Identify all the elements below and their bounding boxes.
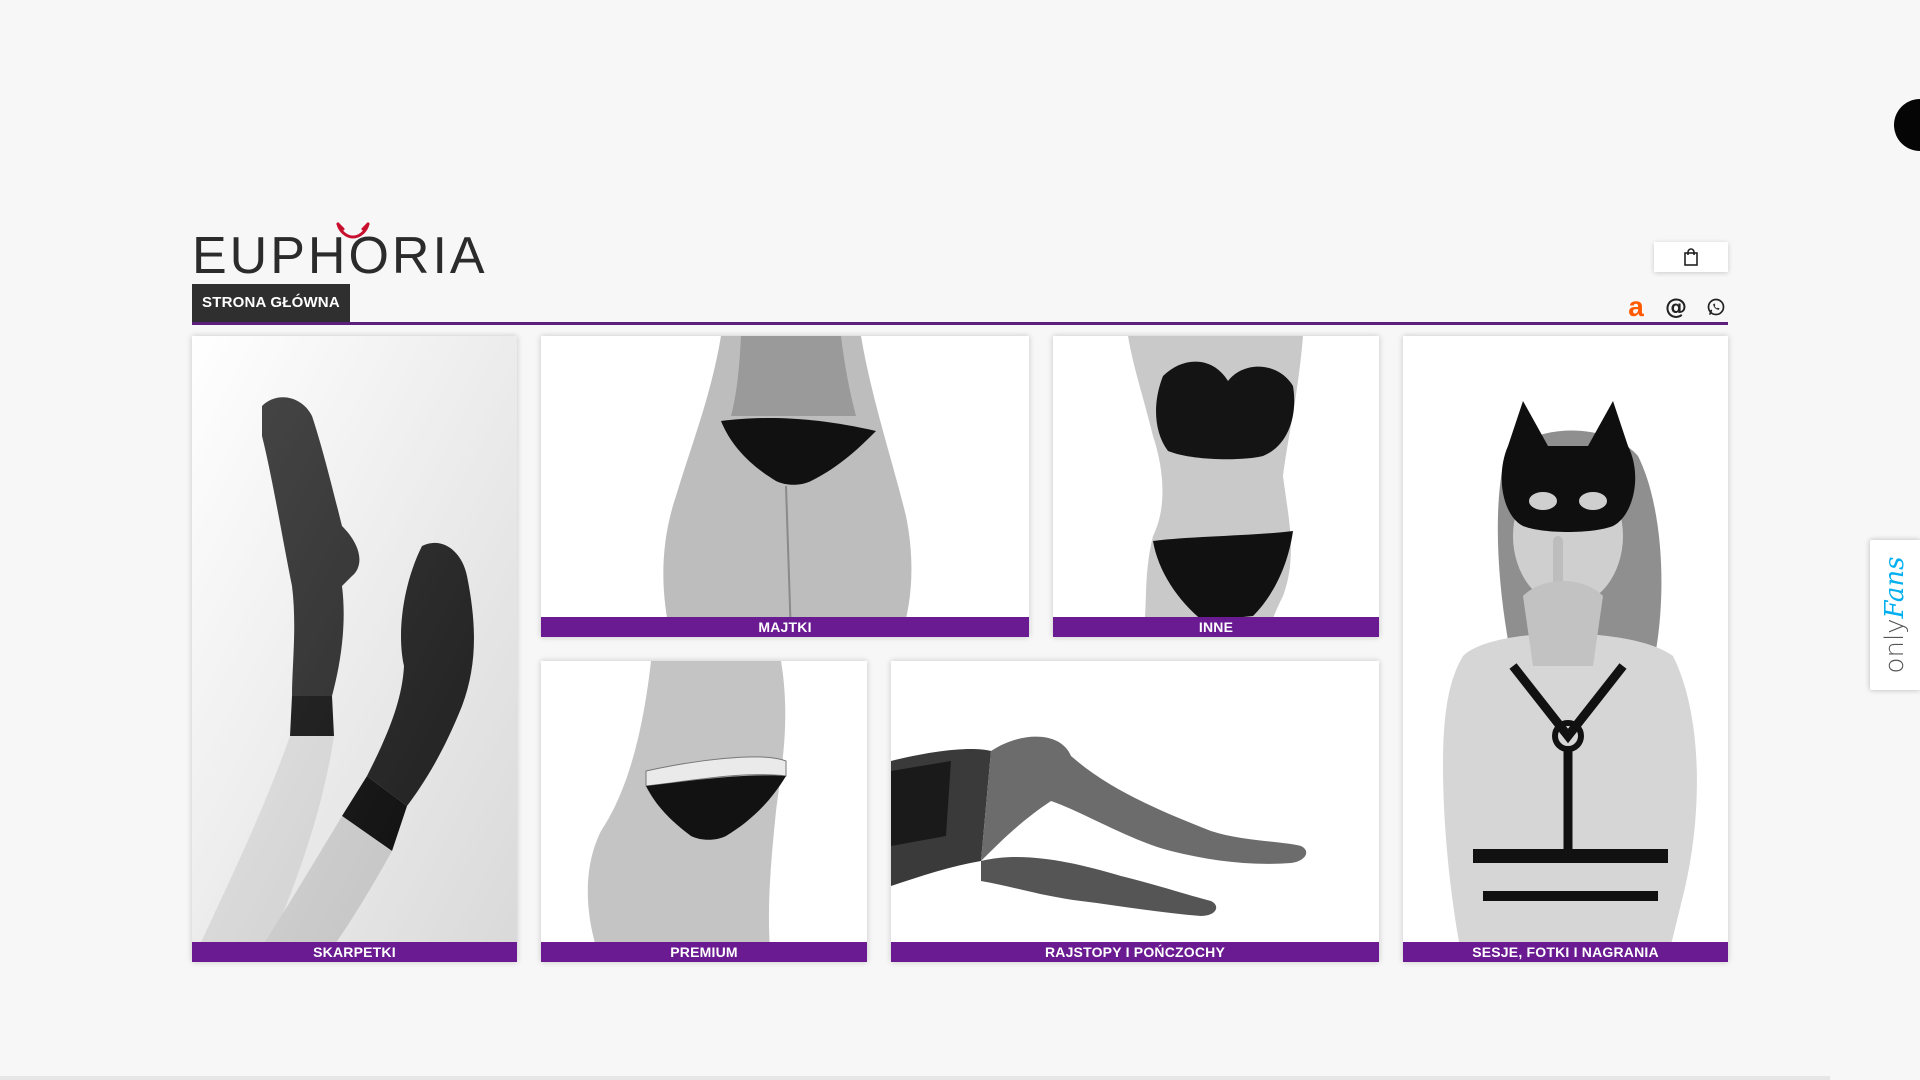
site-header: EUPHORIA STRONA GŁÓWNA a @: [192, 220, 1728, 325]
page: EUPHORIA STRONA GŁÓWNA a @ SKARPETKI MAJ…: [0, 0, 1920, 1080]
nav-divider: [192, 322, 1728, 325]
briefs-photo: [541, 336, 1029, 637]
category-tile-premium[interactable]: PREMIUM: [541, 661, 867, 962]
tile-label: SESJE, FOTKI I NAGRANIA: [1403, 942, 1728, 962]
category-tile-skarpetki[interactable]: SKARPETKI: [192, 336, 517, 962]
lingerie-set-photo: [1053, 336, 1379, 637]
allegro-link-icon[interactable]: a: [1624, 293, 1648, 321]
nav-home-link[interactable]: STRONA GŁÓWNA: [192, 284, 350, 322]
onlyfans-logo: onlyFans: [1880, 556, 1910, 674]
email-link-icon[interactable]: @: [1664, 295, 1688, 320]
shopping-bag-icon: [1684, 248, 1698, 266]
devil-horns-icon: [336, 222, 370, 239]
socks-photo: [192, 336, 517, 962]
site-logo[interactable]: EUPHORIA: [192, 222, 488, 284]
onlyfans-side-tab[interactable]: onlyFans: [1870, 540, 1920, 690]
mask-session-photo: [1403, 336, 1728, 962]
category-tile-majtki[interactable]: MAJTKI: [541, 336, 1029, 637]
category-tile-inne[interactable]: INNE: [1053, 336, 1379, 637]
premium-briefs-photo: [541, 661, 867, 962]
tile-label: INNE: [1053, 617, 1379, 637]
social-links: a @: [1624, 293, 1728, 321]
tile-label: MAJTKI: [541, 617, 1029, 637]
tile-label: PREMIUM: [541, 942, 867, 962]
cart-button[interactable]: [1654, 242, 1728, 272]
whatsapp-icon[interactable]: [1704, 295, 1728, 319]
floating-dot-button[interactable]: [1894, 99, 1920, 151]
tile-label: SKARPETKI: [192, 942, 517, 962]
horizontal-scrollbar[interactable]: [0, 1076, 1830, 1080]
category-tile-sesje[interactable]: SESJE, FOTKI I NAGRANIA: [1403, 336, 1728, 962]
stockings-photo: [891, 661, 1379, 962]
tile-label: RAJSTOPY I POŃCZOCHY: [891, 942, 1379, 962]
category-tile-rajstopy[interactable]: RAJSTOPY I POŃCZOCHY: [891, 661, 1379, 962]
